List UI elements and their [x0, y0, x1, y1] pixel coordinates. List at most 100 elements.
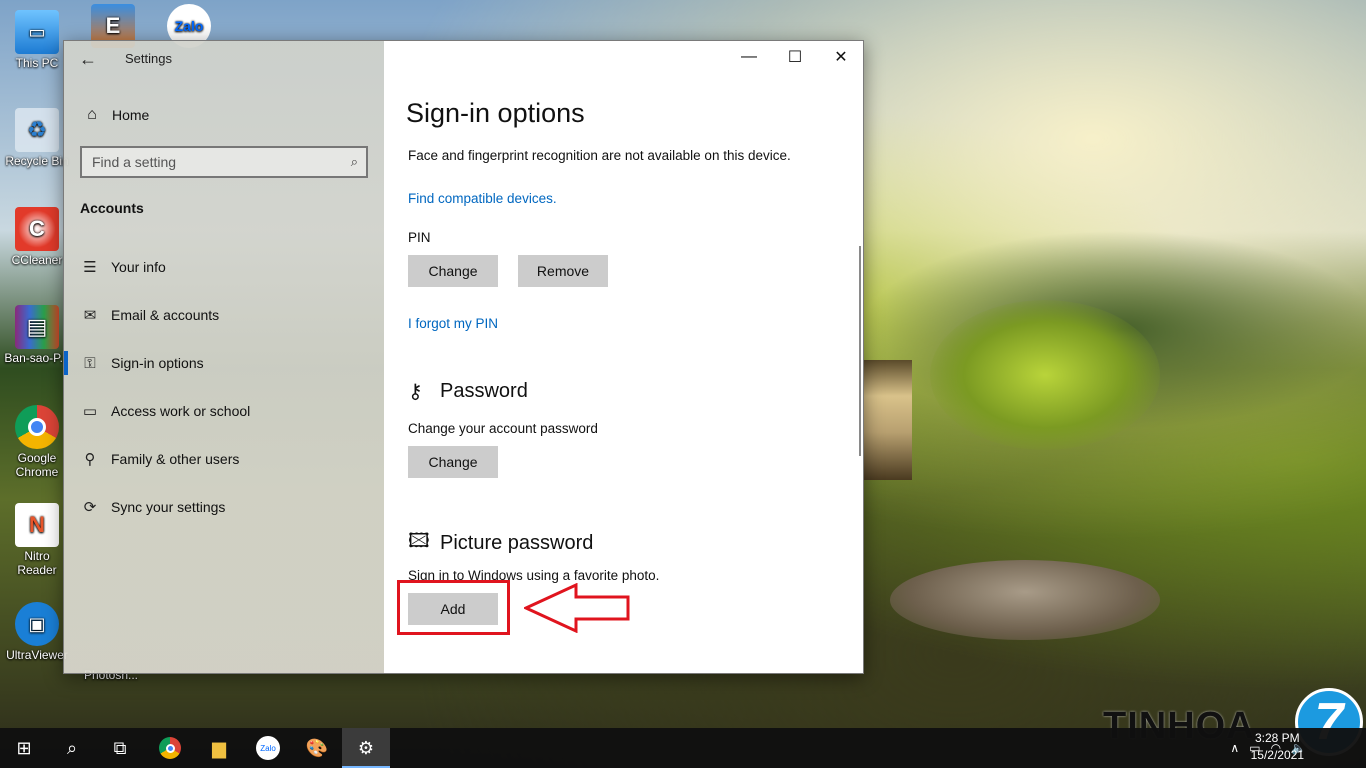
- desktop-icon-label: Google Chrome: [15, 451, 59, 479]
- chevron-up-icon[interactable]: ∧: [1230, 741, 1239, 755]
- desktop-icon-label: Recycle Bin: [5, 154, 69, 168]
- taskbar-settings[interactable]: ⚙: [342, 728, 390, 768]
- desktop-icon-recycle-bin[interactable]: ♻ Recycle Bin: [4, 108, 70, 168]
- recycle-bin-icon: ♻: [15, 108, 59, 152]
- clock-date: 15/2/2021: [1250, 748, 1304, 762]
- sidebar-item-label: Sign-in options: [111, 355, 204, 371]
- sidebar-item-label: Your info: [111, 259, 166, 275]
- window-title: Settings: [125, 51, 172, 66]
- forgot-pin-link[interactable]: I forgot my PIN: [408, 316, 498, 331]
- sidebar-item-sign-in-options[interactable]: ⚿ Sign-in options: [64, 339, 384, 387]
- desktop-icon-archive[interactable]: ▤ Ban-sao-P...: [4, 305, 70, 365]
- taskbar-chrome[interactable]: [146, 728, 194, 768]
- zalo-icon: Zalo: [256, 736, 280, 760]
- paint-icon: 🎨: [305, 737, 329, 758]
- start-button[interactable]: ⊞: [0, 728, 48, 768]
- sidebar-item-your-info[interactable]: ☰ Your info: [64, 243, 384, 291]
- sidebar-home[interactable]: ⌂ Home: [80, 103, 149, 127]
- task-view-button[interactable]: ⧉: [96, 728, 144, 768]
- taskbar-file-explorer[interactable]: ▆: [195, 728, 243, 768]
- password-heading: ⚷ Password: [408, 379, 528, 404]
- desktop-icon-label: Ban-sao-P...: [4, 351, 70, 365]
- scenery-tree: [930, 300, 1160, 450]
- desktop-icon-ultraviewer[interactable]: ▣ UltraViewer: [4, 602, 70, 662]
- key-icon: ⚿: [84, 354, 96, 372]
- settings-window: ← Settings ⌂ Home ⌕ Accounts ☰ Your info…: [63, 40, 864, 674]
- home-label: Home: [112, 107, 150, 123]
- home-icon: ⌂: [87, 106, 97, 123]
- annotation-highlight-box: [397, 580, 510, 635]
- minimize-button[interactable]: —: [726, 41, 772, 73]
- back-button[interactable]: ←: [74, 47, 102, 71]
- picture-password-heading: 🖾 Picture password: [408, 526, 593, 560]
- close-icon: ✕: [834, 49, 848, 66]
- nitro-icon: N: [15, 503, 59, 547]
- picture-password-heading-label: Picture password: [440, 531, 594, 554]
- sidebar-item-family-users[interactable]: ⚲ Family & other users: [64, 435, 384, 483]
- annotation-arrow-icon: [524, 583, 630, 633]
- gear-icon: ⚙: [357, 737, 375, 758]
- sidebar-item-email-accounts[interactable]: ✉ Email & accounts: [64, 291, 384, 339]
- desktop-icon-label: CCleaner: [11, 253, 63, 267]
- windows-logo-icon: ⊞: [16, 737, 32, 758]
- taskbar-zalo[interactable]: Zalo: [244, 728, 292, 768]
- pin-label: PIN: [408, 230, 431, 245]
- key-icon: ⚷: [408, 381, 423, 403]
- search-input[interactable]: [92, 154, 351, 170]
- sidebar-item-access-work[interactable]: ▭ Access work or school: [64, 387, 384, 435]
- minimize-icon: —: [741, 48, 757, 65]
- folder-icon: ▆: [212, 737, 226, 758]
- desktop-icon-this-pc[interactable]: ▭ This PC: [4, 10, 70, 70]
- face-recognition-note: Face and fingerprint recognition are not…: [408, 148, 791, 163]
- sidebar-item-label: Email & accounts: [111, 307, 220, 323]
- chrome-icon: [15, 405, 59, 449]
- settings-sidebar: ← Settings ⌂ Home ⌕ Accounts ☰ Your info…: [64, 41, 384, 673]
- pin-remove-button[interactable]: Remove: [518, 255, 608, 287]
- title-bar: ← Settings: [64, 41, 384, 75]
- sidebar-nav: ☰ Your info ✉ Email & accounts ⚿ Sign-in…: [64, 243, 384, 531]
- sidebar-item-label: Sync your settings: [111, 499, 226, 515]
- desktop-icon-label: Nitro Reader: [17, 549, 57, 577]
- password-description: Change your account password: [408, 421, 598, 436]
- desktop-icon-ccleaner[interactable]: C CCleaner: [4, 207, 70, 267]
- chrome-icon: [159, 737, 181, 759]
- picture-icon: 🖾: [408, 530, 430, 552]
- ccleaner-icon: C: [15, 207, 59, 251]
- desktop-icon-chrome[interactable]: Google Chrome: [4, 405, 70, 479]
- maximize-button[interactable]: ☐: [772, 41, 818, 73]
- sidebar-item-label: Access work or school: [111, 403, 251, 419]
- taskbar-paint[interactable]: 🎨: [293, 728, 341, 768]
- taskbar-search-button[interactable]: ⌕: [48, 728, 96, 768]
- search-icon: ⌕: [66, 737, 78, 758]
- mail-icon: ✉: [83, 307, 97, 324]
- taskbar-clock[interactable]: 3:28 PM 15/2/2021: [1251, 730, 1304, 764]
- ultraviewer-icon: ▣: [15, 602, 59, 646]
- desktop-icon-label: UltraViewer: [6, 648, 68, 662]
- clock-time: 3:28 PM: [1254, 731, 1300, 745]
- find-compatible-devices-link[interactable]: Find compatible devices.: [408, 191, 557, 206]
- winrar-icon: ▤: [15, 305, 59, 349]
- settings-search: ⌕: [80, 146, 368, 178]
- pin-change-button[interactable]: Change: [408, 255, 498, 287]
- content-scrollbar[interactable]: [859, 246, 861, 456]
- search-icon[interactable]: ⌕: [351, 154, 358, 170]
- taskbar: ⊞ ⌕ ⧉ ▆ Zalo 🎨 ⚙ ∧ ▭ ◠ 🔈 3:28 PM 15/2/20…: [0, 728, 1366, 768]
- desktop-icon-label: This PC: [15, 56, 59, 70]
- section-title: Accounts: [80, 200, 144, 216]
- task-view-icon: ⧉: [113, 737, 127, 758]
- computer-icon: ▭: [15, 10, 59, 54]
- person-add-icon: ⚲: [84, 451, 96, 468]
- person-card-icon: ☰: [83, 259, 97, 276]
- sidebar-item-sync-settings[interactable]: ⟳ Sync your settings: [64, 483, 384, 531]
- sync-icon: ⟳: [83, 499, 97, 516]
- scenery-island: [890, 560, 1160, 640]
- desktop-icon-nitro[interactable]: N Nitro Reader: [4, 503, 70, 577]
- close-button[interactable]: ✕: [818, 41, 864, 73]
- briefcase-icon: ▭: [82, 403, 98, 420]
- password-change-button[interactable]: Change: [408, 446, 498, 478]
- page-title: Sign-in options: [406, 98, 585, 128]
- scenery-pavilion: [862, 360, 912, 480]
- settings-content: — ☐ ✕ Sign-in options Face and fingerpri…: [384, 41, 863, 673]
- password-heading-label: Password: [440, 380, 528, 402]
- sidebar-item-label: Family & other users: [111, 451, 240, 467]
